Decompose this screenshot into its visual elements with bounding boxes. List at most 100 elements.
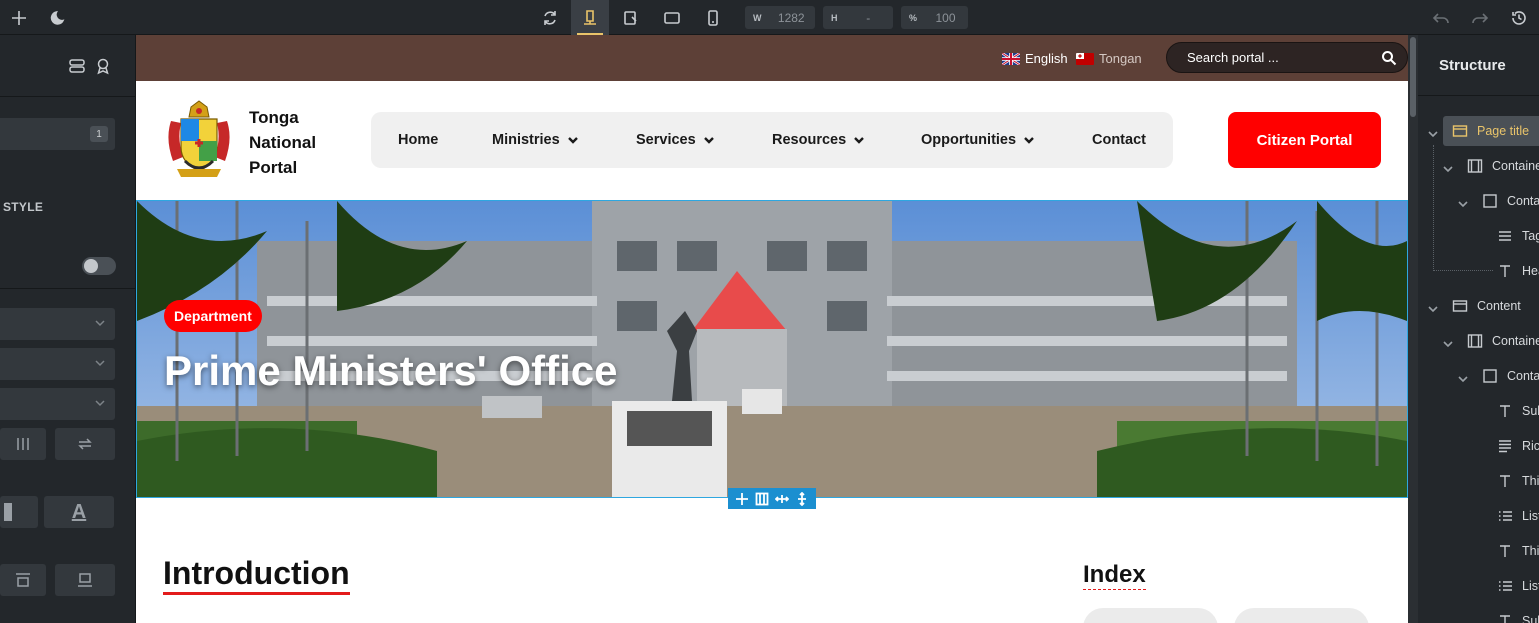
text-style-button[interactable]: A (44, 496, 114, 528)
search-icon (1382, 51, 1397, 66)
columns-button[interactable] (0, 428, 46, 460)
tree-item-container[interactable]: Container (1467, 151, 1539, 181)
index-pill[interactable] (1234, 608, 1369, 623)
align-bottom-button[interactable] (55, 564, 115, 596)
chevron-down-icon[interactable] (1458, 196, 1468, 208)
chevron-down-icon (95, 400, 105, 407)
search-input[interactable]: Search portal ... (1166, 42, 1408, 73)
nav-label: Home (398, 132, 439, 148)
tree-item-page-title[interactable]: Page title (1443, 116, 1539, 146)
align-top-button[interactable] (0, 564, 46, 596)
zoom-field[interactable]: % 100 (901, 6, 968, 29)
tree-item-content[interactable]: Content (1452, 291, 1521, 321)
style-section-label: STYLE (3, 200, 44, 214)
search-placeholder: Search portal ... (1187, 50, 1279, 65)
brand-line: National (249, 133, 317, 152)
tree-item-third-heading[interactable]: Third heading (1497, 536, 1539, 566)
divider (0, 288, 136, 289)
tree-item-rich-text[interactable]: Rich text (1497, 431, 1539, 461)
selection-toolbar (728, 488, 816, 509)
tree-item-list[interactable]: List (1497, 571, 1539, 601)
nav-item-contact[interactable]: Contact (1092, 112, 1146, 168)
add-element-icon[interactable] (734, 491, 750, 507)
index-pill[interactable] (1083, 608, 1218, 623)
tree-item-tag[interactable]: Tag (1497, 221, 1539, 251)
undo-icon[interactable] (1422, 0, 1460, 35)
badge-icon[interactable] (94, 57, 112, 75)
scrollbar-thumb[interactable] (1410, 37, 1416, 117)
block-icon (1482, 193, 1498, 209)
section-icon (1452, 298, 1468, 314)
heading-icon (1497, 403, 1513, 419)
layers-icon[interactable] (68, 57, 86, 75)
redo-icon[interactable] (1461, 0, 1499, 35)
columns-icon[interactable] (754, 491, 770, 507)
tree-item-subheading[interactable]: Subheading (1497, 396, 1539, 426)
language-label: English (1025, 51, 1068, 66)
language-english[interactable]: English (1002, 51, 1068, 66)
chevron-down-icon[interactable] (1443, 161, 1453, 173)
style-toggle[interactable] (82, 257, 116, 275)
nav-item-ministries[interactable]: Ministries (492, 112, 579, 168)
nav-label: Resources (772, 132, 847, 148)
divider (1418, 95, 1539, 96)
main-nav: Home Ministries Services Resources Oppor… (371, 112, 1173, 168)
chevron-down-icon (854, 137, 865, 144)
tree-item-list[interactable]: List (1497, 501, 1539, 531)
plus-icon[interactable] (0, 0, 38, 35)
swap-button[interactable] (55, 428, 115, 460)
nav-item-opportunities[interactable]: Opportunities (921, 112, 1035, 168)
align-button[interactable] (0, 496, 38, 528)
tree-label: Content (1477, 299, 1521, 313)
language-tongan[interactable]: Tongan (1076, 51, 1142, 66)
nav-item-resources[interactable]: Resources (772, 112, 865, 168)
toggle-knob (84, 259, 98, 273)
nav-item-services[interactable]: Services (636, 112, 715, 168)
section-icon (1452, 123, 1468, 139)
desktop-breakpoint-icon[interactable] (571, 0, 609, 35)
select-field-2[interactable] (0, 348, 115, 380)
count-badge: 1 (90, 126, 108, 142)
tree-label: Container (1507, 194, 1539, 208)
tree-item-heading[interactable]: Heading (1497, 256, 1539, 286)
tree-item-container[interactable]: Container (1467, 326, 1539, 356)
tree-item-subheading[interactable]: Subheading (1497, 606, 1539, 623)
brand-line: Tonga (249, 108, 299, 127)
class-selector-field[interactable]: 1 (0, 118, 115, 150)
tree-item-third-heading[interactable]: Third heading (1497, 466, 1539, 496)
heading-icon (1497, 473, 1513, 489)
moon-icon[interactable] (40, 0, 78, 35)
list-icon (1497, 508, 1513, 524)
history-icon[interactable] (1500, 0, 1538, 35)
canvas-scrollbar[interactable] (1408, 35, 1418, 623)
chevron-down-icon[interactable] (1443, 336, 1453, 348)
refresh-icon[interactable] (531, 0, 569, 35)
tree-item-container[interactable]: Container (1482, 361, 1539, 391)
structure-title: Structure (1439, 57, 1506, 74)
hero-section[interactable]: Department Prime Ministers' Office (136, 200, 1408, 498)
select-field-3[interactable] (0, 388, 115, 420)
select-field-1[interactable] (0, 308, 115, 340)
resize-horizontal-icon[interactable] (774, 491, 790, 507)
tree-guide (1433, 145, 1434, 271)
department-badge: Department (164, 300, 262, 332)
site-brand[interactable]: Tonga National Portal (249, 105, 316, 180)
block-icon (1482, 368, 1498, 384)
width-field[interactable]: W 1282 (745, 6, 815, 29)
tablet-landscape-icon[interactable] (612, 0, 650, 35)
height-field[interactable]: H - (823, 6, 893, 29)
chevron-down-icon[interactable] (1458, 371, 1468, 383)
tablet-icon[interactable] (653, 0, 691, 35)
move-icon[interactable] (794, 491, 810, 507)
tree-label: List (1522, 509, 1539, 523)
chevron-down-icon[interactable] (1428, 126, 1438, 138)
nav-item-home[interactable]: Home (398, 112, 438, 168)
index-heading: Index (1083, 561, 1146, 590)
citizen-portal-button[interactable]: Citizen Portal (1228, 112, 1381, 168)
mobile-icon[interactable] (694, 0, 732, 35)
chevron-down-icon[interactable] (1428, 301, 1438, 313)
tree-item-container[interactable]: Container (1482, 186, 1539, 216)
align-bottom-icon (78, 573, 92, 587)
chevron-down-icon (95, 320, 105, 327)
rich-text-icon (1497, 438, 1513, 454)
